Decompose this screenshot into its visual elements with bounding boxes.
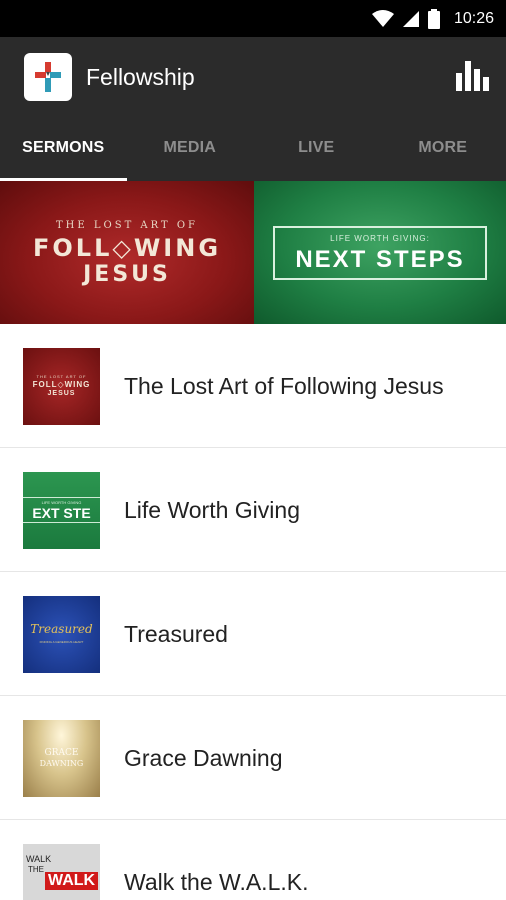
series-title: Grace Dawning <box>124 745 283 771</box>
list-item[interactable]: GRACE DAWNING Grace Dawning <box>0 696 506 820</box>
thumb-top-text: WALK <box>26 854 52 864</box>
thumb-sub-text: JESUS <box>47 390 76 397</box>
tab-more[interactable]: MORE <box>380 117 506 181</box>
tab-media[interactable]: MEDIA <box>127 117 254 181</box>
banner-next-steps[interactable]: LIFE WORTH GIVING: NEXT STEPS <box>254 181 506 324</box>
series-thumbnail: LIFE WORTH GIVING EXT STE <box>23 472 100 549</box>
thumb-main-text: WALK <box>45 872 99 890</box>
app-title: Fellowship <box>86 63 195 90</box>
thumb-top-text: THE LOST ART OF <box>36 374 87 379</box>
thumb-main-text: GRACE <box>44 748 79 758</box>
tab-live[interactable]: LIVE <box>253 117 380 181</box>
banner-right-small-text: LIFE WORTH GIVING: <box>330 234 430 243</box>
series-title: The Lost Art of Following Jesus <box>124 373 444 399</box>
battery-icon <box>427 8 440 29</box>
list-item[interactable]: LIFE WORTH GIVING EXT STE Life Worth Giv… <box>0 448 506 572</box>
list-item[interactable]: THE LOST ART OF FOLL◇WING JESUS The Lost… <box>0 324 506 448</box>
list-item[interactable]: WALK THE WALK Walk the W.A.L.K. <box>0 820 506 900</box>
tab-bar: SERMONS MEDIA LIVE MORE <box>0 117 506 181</box>
series-title: Walk the W.A.L.K. <box>124 869 309 895</box>
signal-icon <box>402 10 419 27</box>
series-thumbnail: THE LOST ART OF FOLL◇WING JESUS <box>23 348 100 425</box>
banner-left-big-text-2: JESUS <box>83 262 171 287</box>
series-thumbnail: GRACE DAWNING <box>23 720 100 797</box>
thumb-main-text: FOLL◇WING <box>32 380 91 389</box>
status-bar: 10:26 <box>0 0 506 37</box>
bar-chart-icon[interactable] <box>456 61 490 91</box>
wifi-icon <box>371 9 394 27</box>
banner-left-big-text: FOLL◇WING <box>32 234 222 262</box>
tab-sermons[interactable]: SERMONS <box>0 117 127 181</box>
series-title: Treasured <box>124 621 228 647</box>
banner-right-frame: LIFE WORTH GIVING: NEXT STEPS <box>273 226 487 280</box>
thumb-main-text: Treasured <box>30 622 93 636</box>
banner-left-small-text: THE LOST ART OF <box>56 220 198 231</box>
list-item[interactable]: Treasured FINDING A GENEROUS HEART Treas… <box>0 572 506 696</box>
series-thumbnail: WALK THE WALK <box>23 844 100 900</box>
banner-following-jesus[interactable]: THE LOST ART OF FOLL◇WING JESUS <box>0 181 254 324</box>
sermon-series-list: THE LOST ART OF FOLL◇WING JESUS The Lost… <box>0 324 506 900</box>
series-title: Life Worth Giving <box>124 497 300 523</box>
banner-right-big-text: NEXT STEPS <box>295 246 465 273</box>
thumb-sub-text: FINDING A GENEROUS HEART <box>39 640 84 644</box>
app-bar: Fellowship <box>0 37 506 117</box>
cross-logo-icon <box>24 53 72 101</box>
status-time: 10:26 <box>453 9 494 27</box>
series-thumbnail: Treasured FINDING A GENEROUS HEART <box>23 596 100 673</box>
thumb-mid-text: THE <box>28 865 44 874</box>
thumb-main-text: EXT STE <box>32 505 91 521</box>
thumb-sub-text: DAWNING <box>39 759 84 768</box>
featured-banner: THE LOST ART OF FOLL◇WING JESUS LIFE WOR… <box>0 181 506 324</box>
